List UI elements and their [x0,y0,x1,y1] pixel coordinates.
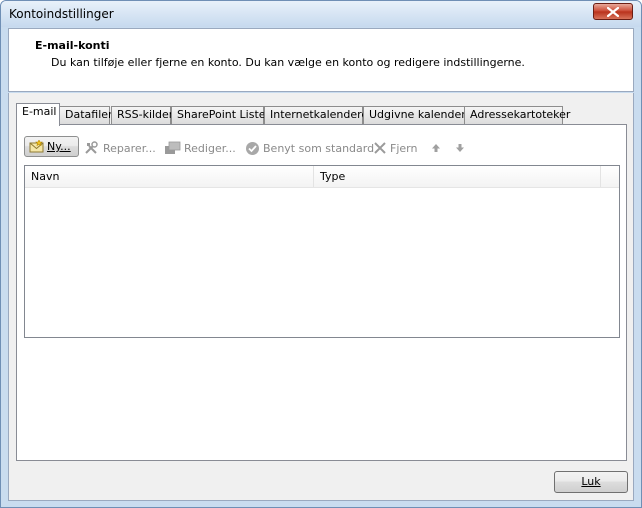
tab-udgivne-kalendere[interactable]: Udgivne kalendere [363,106,472,124]
tab-datafiler[interactable]: Datafiler [59,106,113,124]
move-down-button[interactable] [454,138,466,158]
list-header: Navn Type [25,166,619,188]
tools-icon [85,141,98,154]
close-icon [607,7,619,17]
new-account-button[interactable]: Ny... [24,136,79,157]
account-settings-window: Kontoindstillinger E-mail-konti Du kan t… [0,0,642,508]
account-list[interactable]: Navn Type [24,165,620,338]
remove-label: Fjern [390,141,418,155]
remove-button[interactable]: Fjern [373,138,417,158]
close-window-button[interactable] [593,3,633,20]
remove-x-icon [374,142,386,154]
set-default-button[interactable]: Benyt som standard [245,138,374,158]
edit-label: Rediger... [184,141,236,155]
set-default-label: Benyt som standard [263,141,375,155]
column-header-type[interactable]: Type [314,166,601,187]
header-panel: E-mail-konti Du kan tilføje eller fjerne… [8,28,634,92]
move-up-button[interactable] [430,138,442,158]
tab-e-mail[interactable]: E-mail [16,103,60,126]
tab-internetkalendere[interactable]: Internetkalendere [264,106,368,124]
edit-icon [165,141,181,154]
new-account-label: Ny... [47,140,71,153]
tab-rss-kilder[interactable]: RSS-kilder [111,106,173,124]
page-description: Du kan tilføje eller fjerne en konto. Du… [51,56,525,69]
title-bar[interactable]: Kontoindstillinger [1,1,641,27]
new-mail-icon [29,139,44,152]
checkmark-icon [246,141,259,155]
window-title: Kontoindstillinger [9,7,114,21]
tab-sharepoint-lister[interactable]: SharePoint Lister [171,106,270,124]
arrow-up-icon [432,144,440,152]
edit-button[interactable]: Rediger... [164,138,236,158]
page-title: E-mail-konti [35,39,110,52]
tab-adressekartoteker[interactable]: Adressekartoteker [464,106,570,124]
arrow-down-icon [456,144,464,152]
close-button[interactable]: Luk [554,471,628,493]
repair-label: Reparer... [103,141,156,155]
column-header-name[interactable]: Navn [25,166,314,187]
repair-button[interactable]: Reparer... [84,138,156,158]
close-button-label: Luk [581,475,601,488]
